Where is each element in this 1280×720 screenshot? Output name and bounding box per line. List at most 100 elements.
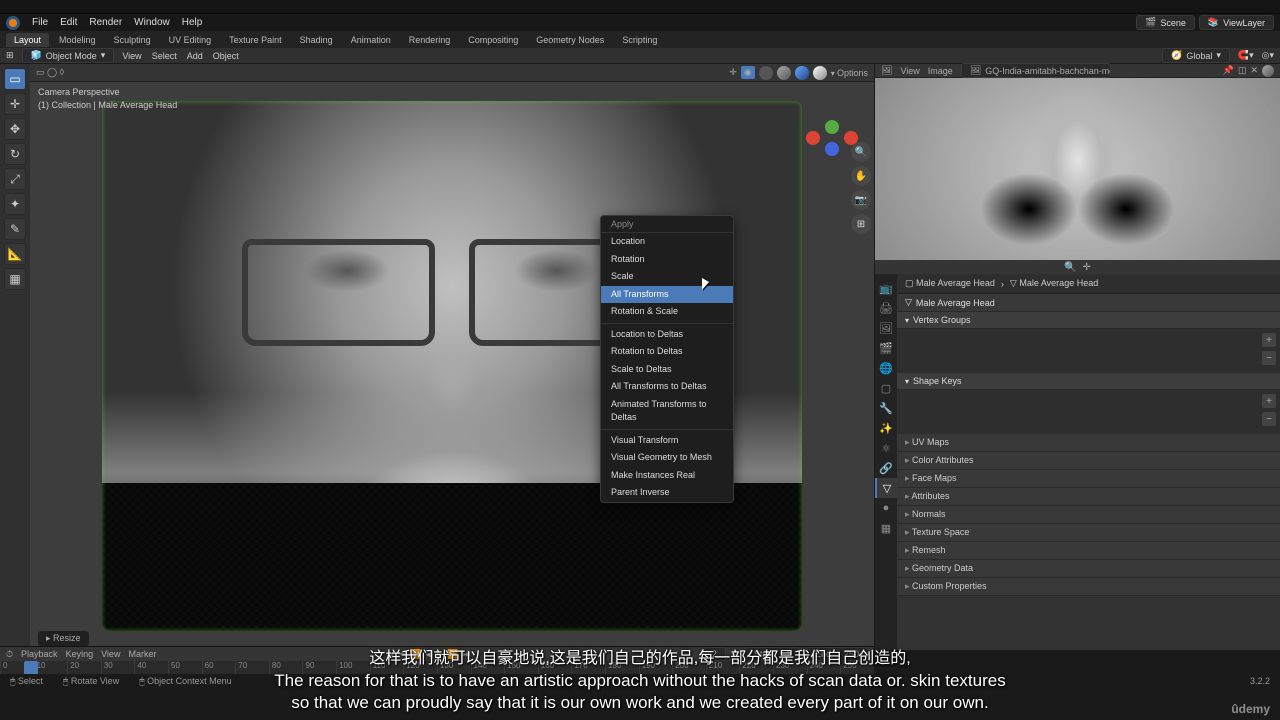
hdr-add[interactable]: Add: [187, 51, 203, 61]
imged-file[interactable]: 🖼 GQ-India-amitabh-bachchan-moty.png: [961, 63, 1111, 78]
tool-rotate[interactable]: ↻: [4, 143, 26, 165]
tab-modeling[interactable]: Modeling: [51, 33, 104, 47]
scene-selector[interactable]: 🎬 Scene: [1136, 15, 1195, 30]
ctx-all-deltas[interactable]: All Transforms to Deltas: [601, 378, 733, 396]
menu-edit[interactable]: Edit: [60, 17, 77, 28]
menu-file[interactable]: File: [32, 17, 48, 28]
shade-solid-icon[interactable]: [777, 66, 791, 80]
selectmode-icon[interactable]: ▭ ◯ ◊: [36, 67, 64, 78]
ptab-output[interactable]: 🖨: [875, 298, 897, 318]
ctx-rotscale[interactable]: Rotation & Scale: [601, 303, 733, 321]
tool-move[interactable]: ✥: [4, 118, 26, 140]
ptab-viewlayer[interactable]: 🖼: [875, 318, 897, 338]
menu-render[interactable]: Render: [89, 17, 122, 28]
pan-icon[interactable]: ✋: [851, 166, 871, 186]
imged-close-icon[interactable]: ✕: [1250, 65, 1258, 76]
sk-add-button[interactable]: +: [1262, 394, 1276, 408]
gizmo-y[interactable]: [825, 120, 839, 134]
tab-script[interactable]: Scripting: [614, 33, 665, 47]
panel-geodata[interactable]: Geometry Data: [897, 560, 1280, 578]
menu-help[interactable]: Help: [182, 17, 203, 28]
ptab-data[interactable]: ▽: [875, 478, 897, 498]
menu-window[interactable]: Window: [134, 17, 170, 28]
image-canvas[interactable]: [875, 78, 1280, 260]
imged-pin-icon[interactable]: 📌: [1223, 65, 1234, 76]
panel-shapekeys[interactable]: Shape Keys: [897, 373, 1280, 390]
vg-remove-button[interactable]: −: [1262, 351, 1276, 365]
panel-normals[interactable]: Normals: [897, 506, 1280, 524]
shade-matprev-icon[interactable]: [795, 66, 809, 80]
ctx-visual-transform[interactable]: Visual Transform: [601, 432, 733, 450]
tool-select[interactable]: ▭: [4, 68, 26, 90]
viewport-canvas[interactable]: Camera Perspective (1) Collection | Male…: [30, 82, 874, 650]
imged-tool-icon[interactable]: ✛: [1083, 262, 1091, 273]
3d-viewport[interactable]: ▭ ◯ ◊ ✛ ◉ Options Camera Perspective (1)…: [30, 64, 874, 650]
ctx-loc-deltas[interactable]: Location to Deltas: [601, 326, 733, 344]
tool-annotate[interactable]: ✎: [4, 218, 26, 240]
imged-zoom-icon[interactable]: 🔍: [1064, 262, 1076, 273]
ptab-scene[interactable]: 🎬: [875, 338, 897, 358]
tab-render[interactable]: Rendering: [401, 33, 459, 47]
gizmo-toggle-icon[interactable]: ✛: [729, 67, 737, 78]
ptab-constraint[interactable]: 🔗: [875, 458, 897, 478]
ptab-material[interactable]: ●: [875, 498, 897, 518]
shade-render-icon[interactable]: [813, 66, 827, 80]
ctx-scale-deltas[interactable]: Scale to Deltas: [601, 361, 733, 379]
tab-sculpting[interactable]: Sculpting: [106, 33, 159, 47]
tool-addcube[interactable]: ▦: [4, 268, 26, 290]
ptab-modifier[interactable]: 🔧: [875, 398, 897, 418]
imged-shade-icon[interactable]: [1262, 65, 1274, 77]
tab-geonodes[interactable]: Geometry Nodes: [528, 33, 612, 47]
panel-colorattr[interactable]: Color Attributes: [897, 452, 1280, 470]
overlay-toggle-icon[interactable]: ◉: [741, 66, 755, 79]
tool-transform[interactable]: ✦: [4, 193, 26, 215]
ctx-scale[interactable]: Scale: [601, 268, 733, 286]
proportional-icon[interactable]: ◎▾: [1262, 50, 1274, 61]
editor-type-icon[interactable]: ⊞: [6, 50, 14, 61]
imged-image[interactable]: Image: [928, 66, 953, 76]
ctx-rotation[interactable]: Rotation: [601, 251, 733, 269]
ptab-world[interactable]: 🌐: [875, 358, 897, 378]
tab-comp[interactable]: Compositing: [460, 33, 526, 47]
panel-remesh[interactable]: Remesh: [897, 542, 1280, 560]
ptab-object[interactable]: ▢: [875, 378, 897, 398]
crumb-data[interactable]: ▽ Male Average Head: [1010, 278, 1098, 289]
panel-vertexgroups[interactable]: Vertex Groups: [897, 312, 1280, 329]
ctx-parent-inverse[interactable]: Parent Inverse: [601, 484, 733, 502]
ptab-texture[interactable]: ▦: [875, 518, 897, 538]
tab-shading[interactable]: Shading: [292, 33, 341, 47]
ctx-visual-geo[interactable]: Visual Geometry to Mesh: [601, 449, 733, 467]
ctx-anim-deltas[interactable]: Animated Transforms to Deltas: [601, 396, 733, 427]
ctx-rot-deltas[interactable]: Rotation to Deltas: [601, 343, 733, 361]
panel-attributes[interactable]: Attributes: [897, 488, 1280, 506]
panel-custom[interactable]: Custom Properties: [897, 578, 1280, 596]
vg-add-button[interactable]: +: [1262, 333, 1276, 347]
crumb-obj[interactable]: ▢ Male Average Head: [905, 278, 995, 289]
gizmo-z[interactable]: [825, 142, 839, 156]
last-op-panel[interactable]: ▸ Resize: [38, 631, 89, 646]
mode-select[interactable]: 🧊 Object Mode ▾: [22, 48, 115, 63]
panel-facemaps[interactable]: Face Maps: [897, 470, 1280, 488]
ctx-make-real[interactable]: Make Instances Real: [601, 467, 733, 485]
orientation[interactable]: 🧭 Global ▾: [1162, 48, 1230, 63]
tab-anim[interactable]: Animation: [343, 33, 399, 47]
snap-icon[interactable]: 🧲▾: [1238, 50, 1254, 61]
hdr-object[interactable]: Object: [213, 51, 239, 61]
imged-view[interactable]: View: [900, 66, 919, 76]
persp-icon[interactable]: ⊞: [851, 214, 871, 234]
tool-measure[interactable]: 📐: [4, 243, 26, 265]
imged-type-icon[interactable]: 🖼: [881, 65, 892, 76]
viewlayer-selector[interactable]: 📚 ViewLayer: [1199, 15, 1274, 30]
panel-uvmaps[interactable]: UV Maps: [897, 434, 1280, 452]
imged-newslot-icon[interactable]: ◫: [1238, 65, 1247, 76]
hdr-view[interactable]: View: [122, 51, 141, 61]
tab-texpaint[interactable]: Texture Paint: [221, 33, 290, 47]
mesh-name-field[interactable]: ▽ Male Average Head: [897, 294, 1280, 312]
tool-scale[interactable]: ⤢: [4, 168, 26, 190]
tab-uv[interactable]: UV Editing: [161, 33, 220, 47]
hdr-select[interactable]: Select: [152, 51, 177, 61]
options-btn[interactable]: Options: [831, 68, 868, 78]
tab-layout[interactable]: Layout: [6, 33, 49, 47]
ptab-particle[interactable]: ✨: [875, 418, 897, 438]
gizmo-x[interactable]: [806, 131, 820, 145]
